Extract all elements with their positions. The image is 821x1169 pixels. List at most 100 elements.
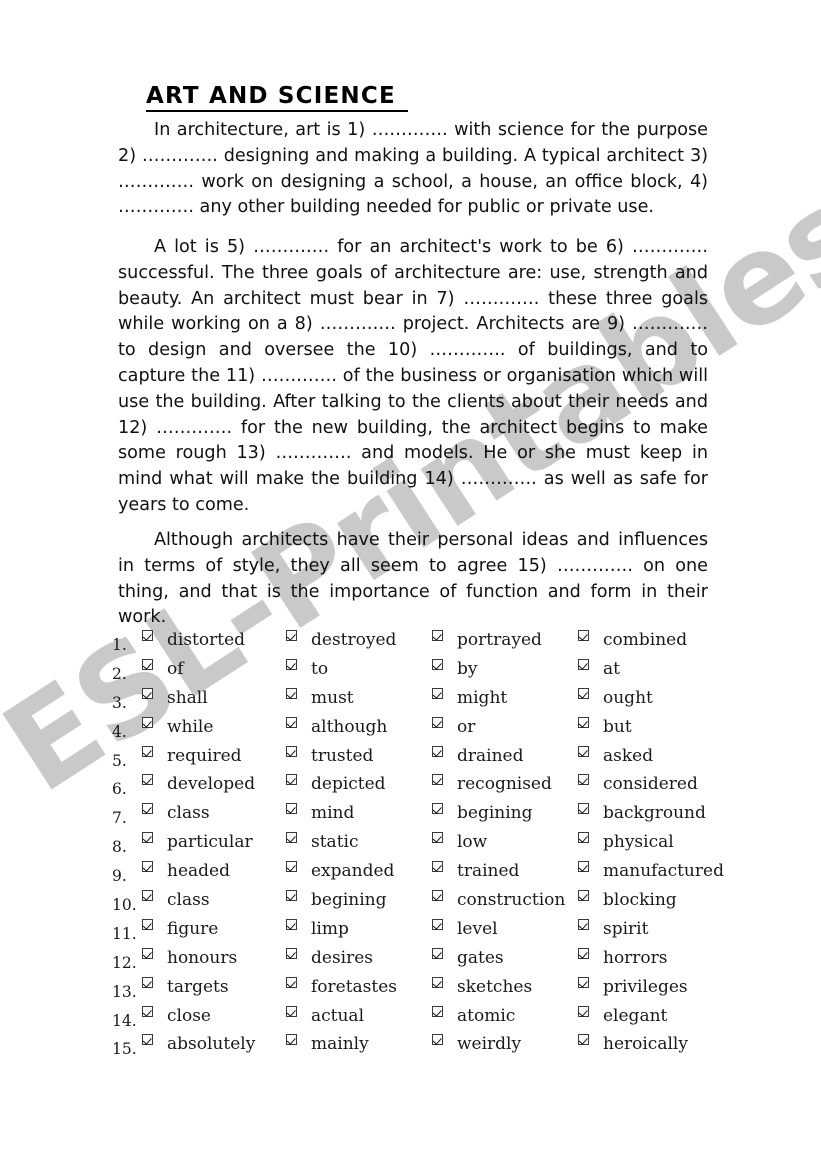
checked-checkbox-icon[interactable] [578, 890, 589, 902]
option-choice[interactable]: trusted [286, 745, 373, 766]
checked-checkbox-icon[interactable] [142, 861, 153, 873]
checked-checkbox-icon[interactable] [578, 1034, 589, 1046]
option-choice[interactable]: class [142, 890, 210, 910]
option-choice[interactable]: might [432, 687, 507, 708]
checked-checkbox-icon[interactable] [286, 1005, 297, 1017]
checked-checkbox-icon[interactable] [142, 745, 153, 757]
option-choice[interactable]: absolutely [142, 1034, 255, 1054]
checked-checkbox-icon[interactable] [286, 716, 297, 728]
checked-checkbox-icon[interactable] [286, 687, 297, 699]
option-choice[interactable]: begining [286, 890, 386, 910]
option-choice[interactable]: privileges [578, 976, 688, 997]
option-choice[interactable]: recognised [432, 774, 552, 794]
option-choice[interactable]: background [578, 803, 706, 823]
checked-checkbox-icon[interactable] [142, 803, 153, 815]
option-choice[interactable]: to [286, 658, 328, 679]
checked-checkbox-icon[interactable] [286, 803, 297, 815]
checked-checkbox-icon[interactable] [432, 1034, 443, 1046]
option-choice[interactable]: begining [432, 803, 532, 823]
checked-checkbox-icon[interactable] [142, 832, 153, 844]
checked-checkbox-icon[interactable] [142, 890, 153, 902]
checked-checkbox-icon[interactable] [142, 630, 153, 641]
checked-checkbox-icon[interactable] [142, 1034, 153, 1046]
checked-checkbox-icon[interactable] [142, 687, 153, 699]
checked-checkbox-icon[interactable] [142, 976, 153, 988]
checked-checkbox-icon[interactable] [286, 832, 297, 844]
option-choice[interactable]: at [578, 658, 620, 679]
option-choice[interactable]: combined [578, 630, 687, 650]
option-choice[interactable]: expanded [286, 861, 394, 881]
checked-checkbox-icon[interactable] [578, 861, 589, 873]
checked-checkbox-icon[interactable] [142, 947, 153, 959]
option-choice[interactable]: low [432, 832, 487, 852]
checked-checkbox-icon[interactable] [578, 803, 589, 815]
option-choice[interactable]: sketches [432, 976, 532, 997]
option-choice[interactable]: desires [286, 947, 373, 968]
option-choice[interactable]: limp [286, 918, 349, 939]
option-choice[interactable]: destroyed [286, 630, 396, 650]
checked-checkbox-icon[interactable] [286, 890, 297, 902]
option-choice[interactable]: but [578, 716, 632, 737]
option-choice[interactable]: by [432, 658, 478, 679]
option-choice[interactable]: blocking [578, 890, 677, 910]
checked-checkbox-icon[interactable] [432, 832, 443, 844]
checked-checkbox-icon[interactable] [286, 918, 297, 930]
checked-checkbox-icon[interactable] [432, 861, 443, 873]
option-choice[interactable]: foretastes [286, 976, 397, 997]
option-choice[interactable]: asked [578, 745, 653, 766]
checked-checkbox-icon[interactable] [432, 947, 443, 959]
option-choice[interactable]: depicted [286, 774, 386, 794]
checked-checkbox-icon[interactable] [286, 745, 297, 757]
option-choice[interactable]: level [432, 918, 498, 939]
option-choice[interactable]: honours [142, 947, 237, 968]
option-choice[interactable]: although [286, 716, 387, 737]
option-choice[interactable]: class [142, 803, 210, 823]
checked-checkbox-icon[interactable] [142, 918, 153, 930]
option-choice[interactable]: manufactured [578, 861, 724, 881]
option-choice[interactable]: close [142, 1005, 211, 1026]
checked-checkbox-icon[interactable] [432, 1005, 443, 1017]
option-choice[interactable]: required [142, 745, 242, 766]
option-choice[interactable]: mainly [286, 1034, 369, 1054]
checked-checkbox-icon[interactable] [578, 832, 589, 844]
option-choice[interactable]: weirdly [432, 1034, 521, 1054]
option-choice[interactable]: particular [142, 832, 253, 852]
option-choice[interactable]: figure [142, 918, 218, 939]
checked-checkbox-icon[interactable] [432, 716, 443, 728]
checked-checkbox-icon[interactable] [432, 745, 443, 757]
option-choice[interactable]: gates [432, 947, 504, 968]
checked-checkbox-icon[interactable] [578, 947, 589, 959]
checked-checkbox-icon[interactable] [578, 716, 589, 728]
option-choice[interactable]: must [286, 687, 354, 708]
checked-checkbox-icon[interactable] [142, 716, 153, 728]
checked-checkbox-icon[interactable] [286, 1034, 297, 1046]
option-choice[interactable]: developed [142, 774, 255, 794]
checked-checkbox-icon[interactable] [578, 687, 589, 699]
option-choice[interactable]: elegant [578, 1005, 667, 1026]
checked-checkbox-icon[interactable] [142, 1005, 153, 1017]
option-choice[interactable]: drained [432, 745, 523, 766]
checked-checkbox-icon[interactable] [432, 630, 443, 641]
option-choice[interactable]: actual [286, 1005, 364, 1026]
checked-checkbox-icon[interactable] [286, 861, 297, 873]
checked-checkbox-icon[interactable] [578, 630, 589, 641]
checked-checkbox-icon[interactable] [142, 658, 153, 670]
option-choice[interactable]: ought [578, 687, 653, 708]
checked-checkbox-icon[interactable] [578, 658, 589, 670]
option-choice[interactable]: static [286, 832, 358, 852]
option-choice[interactable]: spirit [578, 918, 648, 939]
option-choice[interactable]: horrors [578, 947, 668, 968]
checked-checkbox-icon[interactable] [578, 976, 589, 988]
option-choice[interactable]: trained [432, 861, 519, 881]
checked-checkbox-icon[interactable] [432, 890, 443, 902]
checked-checkbox-icon[interactable] [142, 774, 153, 786]
option-choice[interactable]: of [142, 658, 184, 679]
option-choice[interactable]: heroically [578, 1034, 688, 1054]
checked-checkbox-icon[interactable] [578, 1005, 589, 1017]
option-choice[interactable]: targets [142, 976, 229, 997]
option-choice[interactable]: mind [286, 803, 354, 823]
checked-checkbox-icon[interactable] [578, 918, 589, 930]
checked-checkbox-icon[interactable] [432, 658, 443, 670]
checked-checkbox-icon[interactable] [286, 976, 297, 988]
option-choice[interactable]: considered [578, 774, 698, 794]
